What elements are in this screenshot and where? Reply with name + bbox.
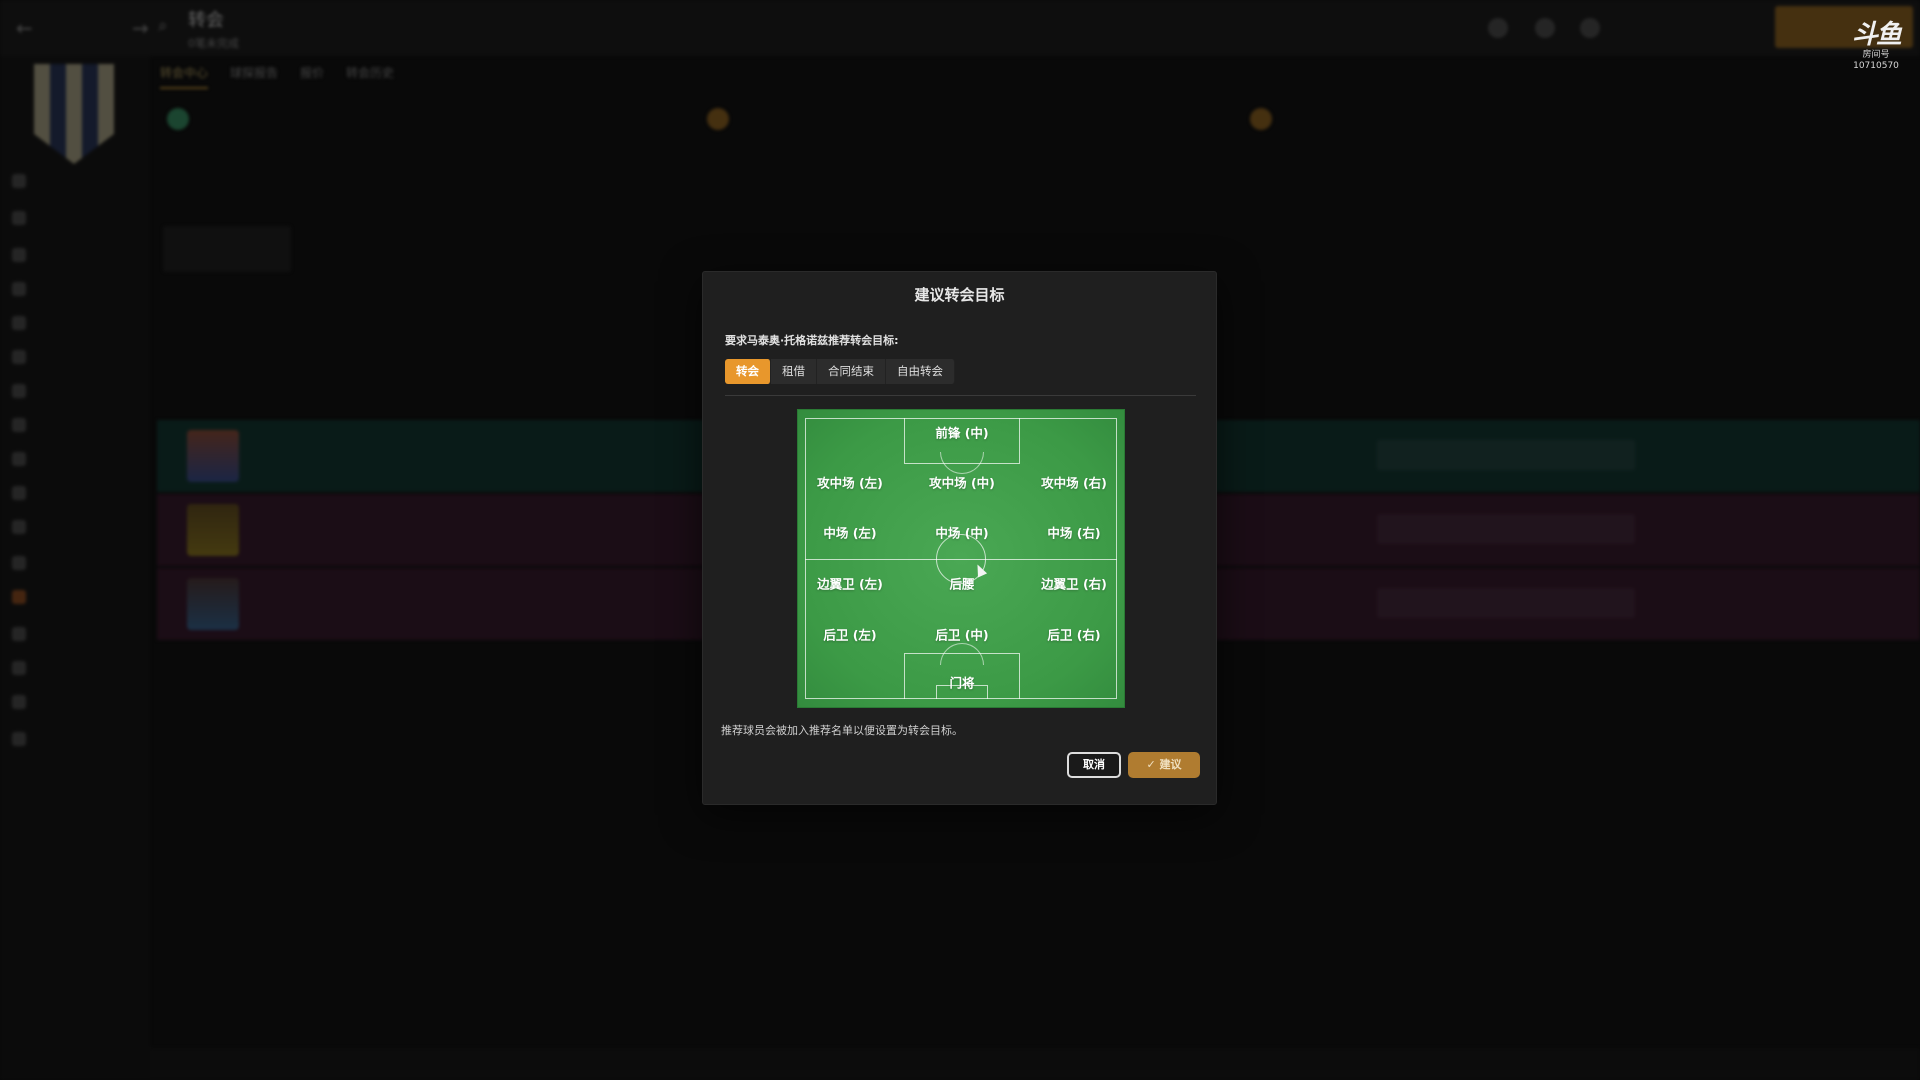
position-am-l[interactable]: 攻中场 (左) (817, 473, 883, 492)
position-wb-r[interactable]: 边翼卫 (右) (1041, 574, 1107, 593)
dialog-title: 建议转会目标 (914, 286, 1005, 304)
dialog-prompt: 要求马泰奥·托格诺兹推荐转会目标: (725, 334, 899, 347)
position-m-c[interactable]: 中场 (中) (935, 523, 988, 542)
position-wb-l[interactable]: 边翼卫 (左) (817, 574, 883, 593)
tab-contract-expiring[interactable]: 合同结束 (817, 359, 886, 384)
position-d-r[interactable]: 后卫 (右) (1047, 625, 1100, 644)
dialog-note: 推荐球员会被加入推荐名单以便设置为转会目标。 (721, 724, 963, 737)
tab-loan[interactable]: 租借 (771, 359, 817, 384)
watermark-room-label: 房间号 (1862, 50, 1890, 60)
cancel-button[interactable]: 取消 (1067, 752, 1121, 778)
position-d-c[interactable]: 后卫 (中) (935, 625, 988, 644)
watermark-logo: 斗鱼 (1851, 20, 1902, 50)
suggest-targets-dialog: 建议转会目标 要求马泰奥·托格诺兹推荐转会目标: 转会 租借 合同结束 自由转会… (702, 271, 1217, 805)
tab-free-transfer[interactable]: 自由转会 (886, 359, 955, 384)
position-gk[interactable]: 门将 (949, 673, 974, 692)
position-am-c[interactable]: 攻中场 (中) (929, 473, 995, 492)
position-am-r[interactable]: 攻中场 (右) (1041, 473, 1107, 492)
suggest-button[interactable]: ✓ 建议 (1128, 752, 1200, 778)
tab-transfer[interactable]: 转会 (725, 359, 771, 384)
position-pitch: 前锋 (中) 攻中场 (左) 攻中场 (中) 攻中场 (右) 中场 (左) 中场… (797, 409, 1125, 708)
position-dm[interactable]: 后腰 (949, 574, 974, 593)
divider (725, 395, 1196, 396)
stream-watermark: 斗鱼 房间号 10710570 (1836, 14, 1916, 71)
position-d-l[interactable]: 后卫 (左) (823, 625, 876, 644)
position-m-l[interactable]: 中场 (左) (823, 523, 876, 542)
position-st-c[interactable]: 前锋 (中) (935, 423, 988, 442)
transfer-type-tabs: 转会 租借 合同结束 自由转会 (725, 359, 955, 384)
position-m-r[interactable]: 中场 (右) (1047, 523, 1100, 542)
watermark-room-number: 10710570 (1853, 61, 1899, 71)
